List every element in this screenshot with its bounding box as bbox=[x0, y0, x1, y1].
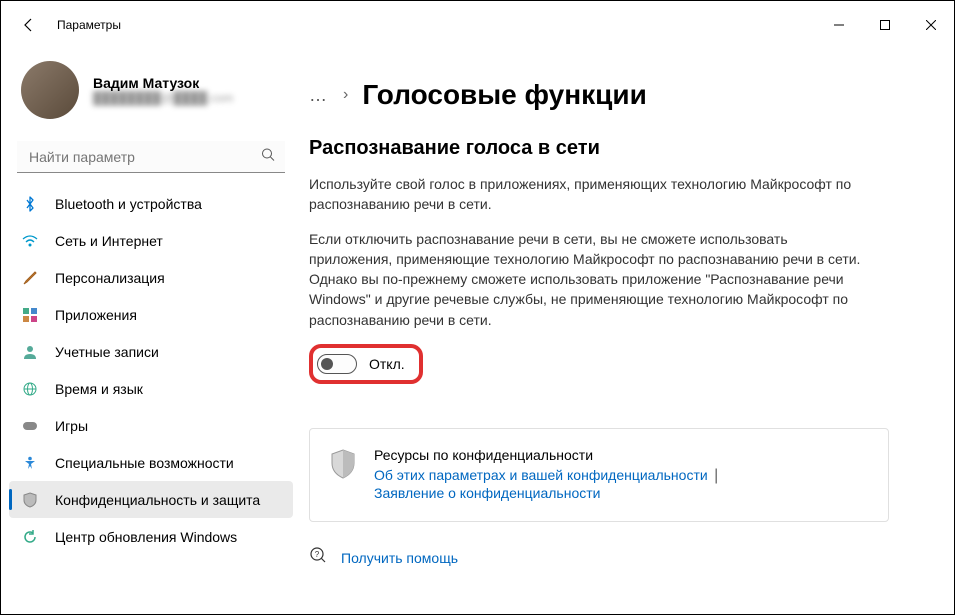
back-button[interactable] bbox=[13, 9, 45, 41]
wifi-icon bbox=[21, 232, 39, 250]
page-title: Голосовые функции bbox=[362, 79, 646, 111]
gamepad-icon bbox=[21, 417, 39, 435]
nav-label: Персонализация bbox=[55, 270, 165, 286]
window-controls bbox=[816, 9, 954, 41]
nav-label: Игры bbox=[55, 418, 88, 434]
profile-block[interactable]: Вадим Матузок ████████@████.com bbox=[9, 49, 293, 137]
nav-apps[interactable]: Приложения bbox=[9, 296, 293, 333]
search-input[interactable] bbox=[17, 141, 285, 173]
privacy-link-about[interactable]: Об этих параметрах и вашей конфиденциаль… bbox=[374, 467, 708, 483]
nav-accounts[interactable]: Учетные записи bbox=[9, 333, 293, 370]
minimize-button[interactable] bbox=[816, 9, 862, 41]
nav-label: Центр обновления Windows bbox=[55, 529, 237, 545]
nav-label: Учетные записи bbox=[55, 344, 159, 360]
maximize-icon bbox=[880, 20, 890, 30]
shield-icon bbox=[330, 449, 356, 475]
toggle-knob bbox=[321, 358, 333, 370]
shield-icon bbox=[21, 491, 39, 509]
nav-privacy[interactable]: Конфиденциальность и защита bbox=[9, 481, 293, 518]
nav-personalization[interactable]: Персонализация bbox=[9, 259, 293, 296]
close-icon bbox=[926, 20, 936, 30]
privacy-card-heading: Ресурсы по конфиденциальности bbox=[374, 447, 720, 463]
help-icon: ? bbox=[309, 546, 327, 569]
breadcrumb-more[interactable]: … bbox=[309, 85, 329, 106]
breadcrumb: … › Голосовые функции bbox=[309, 79, 930, 111]
nav-label: Конфиденциальность и защита bbox=[55, 492, 260, 508]
window-title: Параметры bbox=[57, 18, 121, 32]
brush-icon bbox=[21, 269, 39, 287]
person-icon bbox=[21, 343, 39, 361]
section-paragraph-2: Если отключить распознавание речи в сети… bbox=[309, 229, 869, 330]
section-heading: Распознавание голоса в сети bbox=[309, 137, 930, 160]
search-icon bbox=[261, 148, 275, 167]
update-icon bbox=[21, 528, 39, 546]
avatar bbox=[21, 61, 79, 119]
nav-label: Bluetooth и устройства bbox=[55, 196, 202, 212]
nav-label: Время и язык bbox=[55, 381, 143, 397]
get-help-link[interactable]: Получить помощь bbox=[341, 550, 458, 566]
nav-gaming[interactable]: Игры bbox=[9, 407, 293, 444]
link-separator: | bbox=[714, 467, 718, 484]
accessibility-icon bbox=[21, 454, 39, 472]
minimize-icon bbox=[834, 20, 844, 30]
online-speech-toggle[interactable] bbox=[317, 354, 357, 374]
search-box bbox=[17, 141, 285, 173]
main-content: … › Голосовые функции Распознавание голо… bbox=[301, 49, 954, 614]
chevron-right-icon: › bbox=[343, 86, 348, 104]
privacy-resources-card: Ресурсы по конфиденциальности Об этих па… bbox=[309, 428, 889, 522]
close-button[interactable] bbox=[908, 9, 954, 41]
nav-label: Приложения bbox=[55, 307, 137, 323]
nav-list: Bluetooth и устройства Сеть и Интернет П… bbox=[9, 185, 293, 614]
maximize-button[interactable] bbox=[862, 9, 908, 41]
titlebar: Параметры bbox=[1, 1, 954, 49]
profile-name: Вадим Матузок bbox=[93, 75, 233, 91]
nav-label: Сеть и Интернет bbox=[55, 233, 163, 249]
nav-accessibility[interactable]: Специальные возможности bbox=[9, 444, 293, 481]
toggle-highlight: Откл. bbox=[309, 344, 423, 384]
section-paragraph-1: Используйте свой голос в приложениях, пр… bbox=[309, 174, 869, 215]
profile-email: ████████@████.com bbox=[93, 91, 233, 105]
nav-label: Специальные возможности bbox=[55, 455, 234, 471]
arrow-left-icon bbox=[21, 17, 37, 33]
apps-icon bbox=[21, 306, 39, 324]
toggle-label: Откл. bbox=[369, 356, 405, 372]
privacy-link-statement[interactable]: Заявление о конфиденциальности bbox=[374, 485, 600, 501]
help-row: ? Получить помощь bbox=[309, 546, 930, 577]
svg-text:?: ? bbox=[315, 550, 320, 559]
bluetooth-icon bbox=[21, 195, 39, 213]
nav-network[interactable]: Сеть и Интернет bbox=[9, 222, 293, 259]
nav-time-language[interactable]: Время и язык bbox=[9, 370, 293, 407]
globe-icon bbox=[21, 380, 39, 398]
nav-bluetooth[interactable]: Bluetooth и устройства bbox=[9, 185, 293, 222]
nav-windows-update[interactable]: Центр обновления Windows bbox=[9, 518, 293, 555]
sidebar: Вадим Матузок ████████@████.com Bluetoot… bbox=[1, 49, 301, 614]
